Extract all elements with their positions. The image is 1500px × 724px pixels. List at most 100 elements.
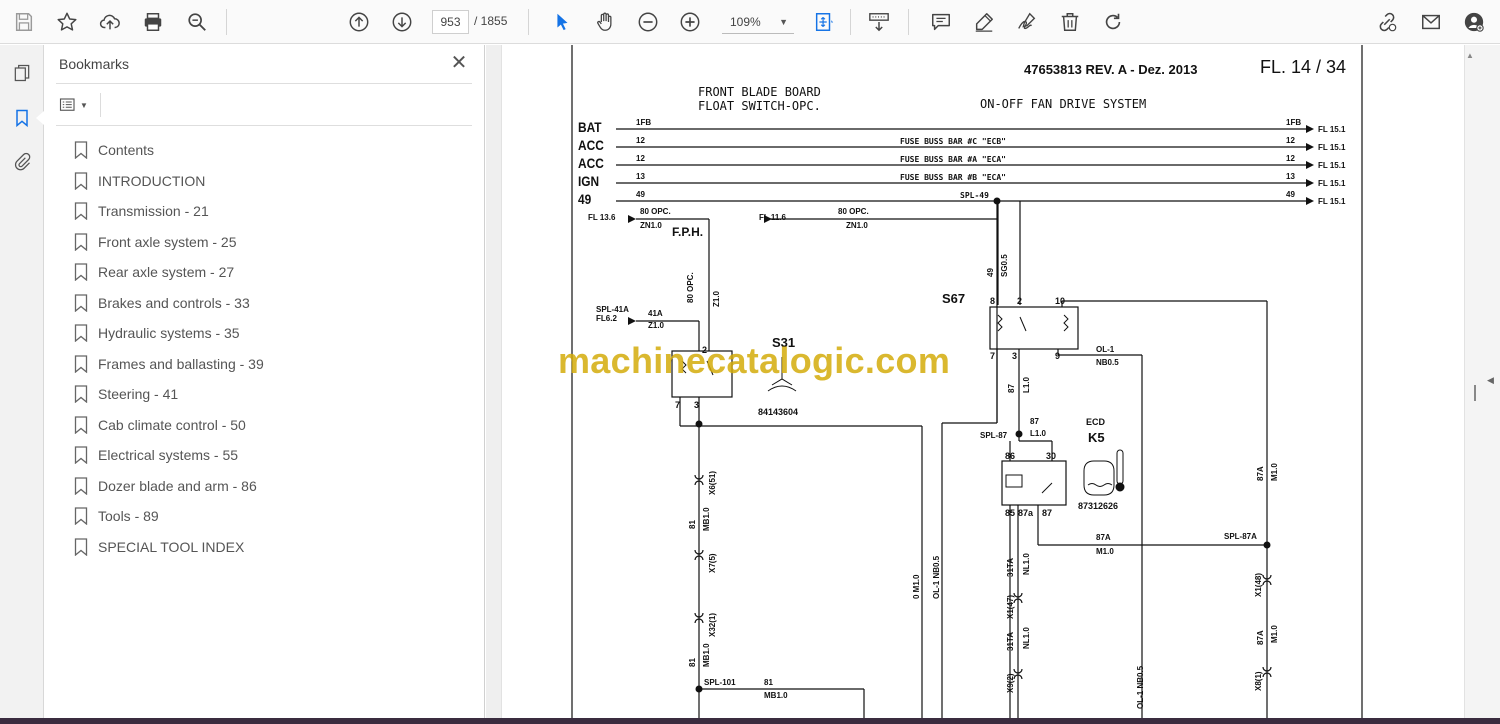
bookmark-label: Tools - 89 xyxy=(98,508,159,525)
fl116-ref: FL 11.6 xyxy=(759,213,786,222)
comment-icon[interactable] xyxy=(927,8,955,36)
expand-panel-icon[interactable]: ◀ xyxy=(1487,375,1494,386)
delete-icon[interactable] xyxy=(1056,8,1084,36)
wire-87a-v: 87A xyxy=(1256,466,1265,481)
close-icon[interactable]: ✕ xyxy=(448,53,470,75)
wire-m10b: M1.0 xyxy=(1270,625,1279,643)
zoom-search-icon[interactable] xyxy=(183,8,211,36)
attachments-icon[interactable] xyxy=(8,148,36,176)
pin-label: 7 xyxy=(675,400,681,410)
pdf-page: 47653813 REV. A - Dez. 2013 FL. 14 / 34 … xyxy=(501,45,1465,724)
scrollbar-grip[interactable] xyxy=(1474,385,1476,401)
bookmarks-icon[interactable] xyxy=(8,104,36,132)
bookmark-item[interactable]: Front axle system - 25 xyxy=(74,227,454,258)
bookmark-item[interactable]: Brakes and controls - 33 xyxy=(74,288,454,319)
bus-wire-number-end: 13 xyxy=(1286,172,1295,181)
fph-label: F.P.H. xyxy=(672,225,704,239)
bookmark-item[interactable]: SPECIAL TOOL INDEX xyxy=(74,532,454,563)
pin-label: 86 xyxy=(1005,451,1016,461)
options-divider xyxy=(100,93,101,117)
wire-87-v: 87 xyxy=(1007,384,1016,393)
prev-page-icon[interactable] xyxy=(345,8,373,36)
select-cursor-icon[interactable] xyxy=(548,8,576,36)
bookmark-icon xyxy=(74,446,88,465)
wire-mb10c: MB1.0 xyxy=(764,691,788,700)
bookmark-item[interactable]: INTRODUCTION xyxy=(74,166,454,197)
zoom-out-icon[interactable] xyxy=(634,8,662,36)
wire-z10-v: Z1.0 xyxy=(712,290,721,307)
bookmark-label: INTRODUCTION xyxy=(98,172,206,189)
connector-x8-1: X8(1) xyxy=(1254,671,1263,691)
wire-ol1nb: OL-1 NB0.5 xyxy=(932,555,941,599)
highlight-pen-icon[interactable] xyxy=(970,8,998,36)
zoom-select[interactable]: 109% ▼ xyxy=(722,10,794,34)
bookmark-icon xyxy=(74,416,88,434)
sign-icon[interactable] xyxy=(1013,8,1041,36)
connector-x1-48: X1(48) xyxy=(1254,572,1263,597)
scroll-mode-icon[interactable] xyxy=(865,8,893,36)
doc-reference: 47653813 REV. A - Dez. 2013 xyxy=(1024,62,1198,77)
bookmark-icon xyxy=(74,538,88,556)
page-number-input[interactable]: 953 xyxy=(432,10,469,34)
save-icon[interactable] xyxy=(10,8,38,36)
link-share-icon[interactable] xyxy=(1373,8,1401,36)
bookmark-options-button[interactable]: ▼ xyxy=(58,95,94,115)
rotate-icon[interactable] xyxy=(1099,8,1127,36)
bus-label: ACC xyxy=(578,137,604,153)
bookmark-star-icon[interactable] xyxy=(53,8,81,36)
wire-z10: Z1.0 xyxy=(648,321,665,330)
bookmark-icon xyxy=(74,385,88,404)
wire-87a: 87A xyxy=(1096,533,1111,542)
bus-wire-number-end: 12 xyxy=(1286,154,1295,163)
next-page-icon[interactable] xyxy=(388,8,416,36)
bookmark-icon xyxy=(74,202,88,221)
account-icon[interactable] xyxy=(1460,8,1488,36)
bookmark-item[interactable]: Contents xyxy=(74,135,454,166)
s67-label: S67 xyxy=(942,291,966,306)
vertical-scrollbar[interactable] xyxy=(1465,45,1500,724)
bookmark-item[interactable]: Dozer blade and arm - 86 xyxy=(74,471,454,502)
bookmark-icon xyxy=(74,172,88,190)
bookmarks-panel: Bookmarks ✕ ▼ Contents INTRODUCTION Transm… xyxy=(44,45,485,724)
email-icon[interactable] xyxy=(1417,8,1445,36)
wire-81: 81 xyxy=(688,520,697,529)
pin-label: 85 xyxy=(1005,508,1016,518)
document-area: 47653813 REV. A - Dez. 2013 FL. 14 / 34 … xyxy=(486,45,1500,724)
connector-x9-2: X9(2) xyxy=(1006,673,1015,693)
fit-page-icon[interactable] xyxy=(810,8,838,36)
toolbar-divider xyxy=(908,9,909,35)
scroll-up-icon[interactable]: ▲ xyxy=(1466,51,1474,60)
bookmark-item[interactable]: Electrical systems - 55 xyxy=(74,440,454,471)
main-toolbar: 953 / 1855 109% ▼ xyxy=(0,0,1500,44)
wire-m10: M1.0 xyxy=(1096,547,1114,556)
bookmark-item[interactable]: Transmission - 21 xyxy=(74,196,454,227)
print-icon[interactable] xyxy=(139,8,167,36)
pages-icon[interactable] xyxy=(8,59,36,87)
bus-wire-number-end: 1FB xyxy=(1286,118,1302,127)
zoom-in-icon[interactable] xyxy=(676,8,704,36)
wire-49-v: 49 xyxy=(986,268,995,277)
bus-label: BAT xyxy=(578,119,602,135)
connector-x32: X32(1) xyxy=(708,612,717,637)
bookmark-item[interactable]: Cab climate control - 50 xyxy=(74,410,454,441)
bookmark-item[interactable]: Frames and ballasting - 39 xyxy=(74,349,454,380)
k5-label: K5 xyxy=(1088,430,1105,445)
bookmark-item[interactable]: Hydraulic systems - 35 xyxy=(74,318,454,349)
toolbar-divider xyxy=(850,9,851,35)
bus-sheet-ref: FL 15.1 xyxy=(1318,179,1346,188)
bookmark-item[interactable]: Rear axle system - 27 xyxy=(74,257,454,288)
navigation-rail xyxy=(0,45,44,724)
wire-nl10: NL1.0 xyxy=(1022,553,1031,575)
bookmark-label: SPECIAL TOOL INDEX xyxy=(98,538,245,555)
wire-sg05-v: SG0.5 xyxy=(1000,254,1009,277)
bookmark-item[interactable]: Steering - 41 xyxy=(74,379,454,410)
wire-80opc-v: 80 OPC. xyxy=(686,272,695,303)
hand-icon[interactable] xyxy=(591,8,619,36)
pin-label: 9 xyxy=(1055,351,1061,361)
upload-icon[interactable] xyxy=(96,8,124,36)
bus-wire-number: 13 xyxy=(636,172,645,181)
bookmark-item[interactable]: Tools - 89 xyxy=(74,501,454,532)
bookmark-icon xyxy=(74,263,88,282)
taskbar-strip xyxy=(0,718,1500,724)
fl136-zn: ZN1.0 xyxy=(640,221,662,230)
